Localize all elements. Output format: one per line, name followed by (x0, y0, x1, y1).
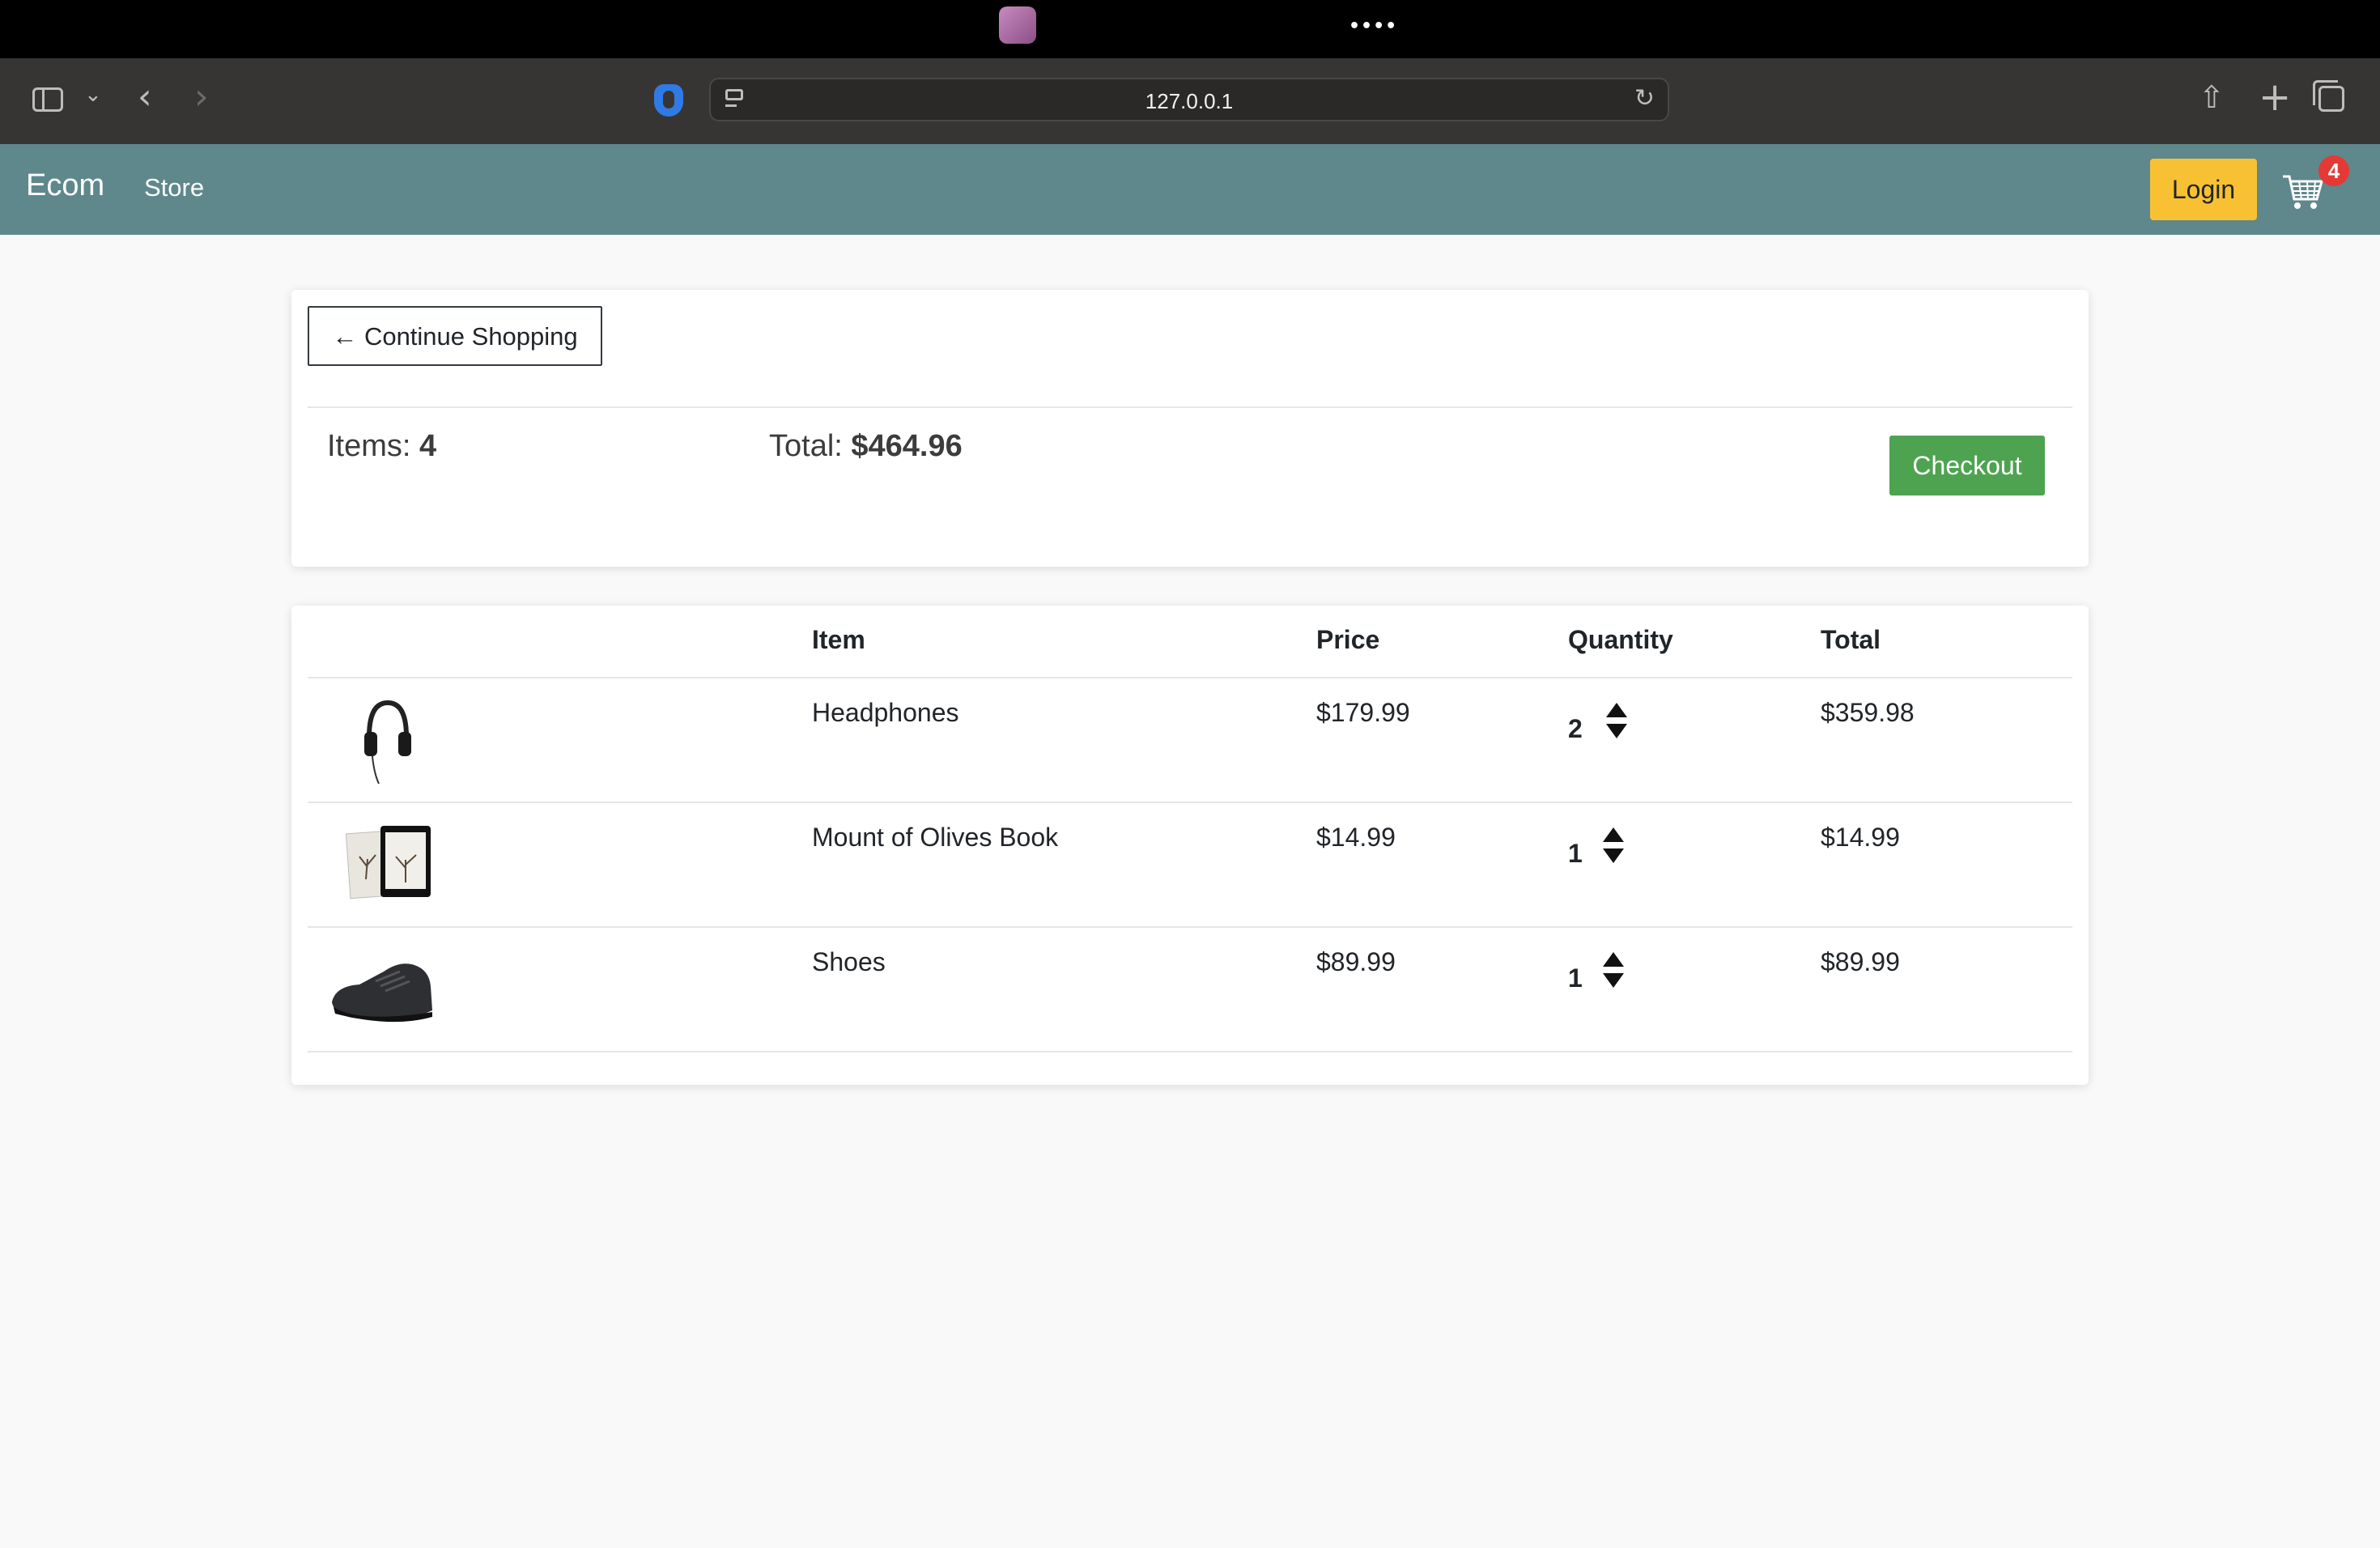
site-navbar: Ecom Store Login 4 (0, 144, 2380, 235)
browser-toolbar: ⌄ ‹ › 127.0.0.1 ↻ ⇧ + (0, 58, 2380, 146)
item-quantity: 1 (1568, 963, 1583, 993)
quantity-decrease-icon[interactable] (1606, 724, 1627, 738)
new-tab-icon[interactable]: + (2259, 74, 2291, 120)
tab-overview-icon[interactable] (2313, 80, 2344, 112)
os-menu-bar: •••• (0, 0, 2380, 58)
quantity-decrease-icon[interactable] (1603, 848, 1624, 863)
brand-logo[interactable]: Ecom (26, 168, 104, 203)
item-price: $14.99 (1316, 823, 1396, 852)
header-divider (308, 677, 2072, 678)
cart-items-card: Item Price Quantity Total Headphones $17… (291, 606, 2089, 1085)
row-divider (308, 926, 2072, 928)
header-price: Price (1316, 625, 1380, 654)
address-bar[interactable]: 127.0.0.1 ↻ (709, 78, 1669, 121)
back-icon[interactable]: ‹ (138, 76, 152, 117)
checkout-button[interactable]: Checkout (1889, 436, 2045, 495)
item-name: Shoes (812, 947, 886, 976)
continue-shopping-button[interactable]: ← Continue Shopping (308, 306, 602, 366)
reload-icon[interactable]: ↻ (1634, 84, 1655, 113)
cart-total: Total: $464.96 (769, 429, 963, 464)
more-dots-icon[interactable]: •••• (1349, 16, 1397, 36)
app-icon[interactable] (999, 6, 1036, 44)
item-total: $14.99 (1821, 823, 1900, 852)
header-total: Total (1821, 625, 1881, 654)
item-total: $359.98 (1821, 698, 1915, 727)
share-icon[interactable]: ⇧ (2199, 79, 2225, 115)
item-quantity: 1 (1568, 839, 1583, 868)
quantity-increase-icon[interactable] (1606, 703, 1627, 717)
items-value: 4 (419, 429, 437, 463)
quantity-increase-icon[interactable] (1603, 952, 1624, 967)
header-quantity: Quantity (1568, 625, 1673, 654)
url-text[interactable]: 127.0.0.1 (711, 89, 1668, 114)
headphones-thumbnail (364, 700, 411, 785)
item-quantity: 2 (1568, 714, 1583, 743)
nav-store-link[interactable]: Store (144, 173, 204, 202)
total-prefix: Total: (769, 429, 852, 463)
privacy-shield-icon[interactable] (654, 84, 683, 117)
chevron-down-icon[interactable]: ⌄ (84, 83, 102, 107)
sidebar-toggle-icon[interactable] (32, 87, 63, 112)
cart-icon[interactable] (2280, 168, 2325, 214)
row-divider (308, 802, 2072, 803)
item-name: Headphones (812, 698, 959, 727)
item-price: $89.99 (1316, 947, 1396, 976)
total-value: $464.96 (851, 429, 963, 463)
item-name: Mount of Olives Book (812, 823, 1059, 852)
cart-count-badge: 4 (2318, 155, 2349, 186)
shoes-thumbnail (332, 963, 432, 1023)
items-prefix: Items: (327, 429, 420, 463)
login-button[interactable]: Login (2150, 159, 2257, 220)
quantity-increase-icon[interactable] (1603, 827, 1624, 842)
forward-icon[interactable]: › (194, 76, 209, 117)
items-count: Items: 4 (327, 429, 436, 464)
book-thumbnail (345, 826, 431, 899)
item-price: $179.99 (1316, 698, 1410, 727)
divider (308, 406, 2072, 408)
quantity-decrease-icon[interactable] (1603, 973, 1624, 988)
row-divider (308, 1051, 2072, 1053)
item-total: $89.99 (1821, 947, 1900, 976)
header-item: Item (812, 625, 865, 654)
cart-summary-card: ← Continue Shopping Items: 4 Total: $464… (291, 290, 2089, 567)
